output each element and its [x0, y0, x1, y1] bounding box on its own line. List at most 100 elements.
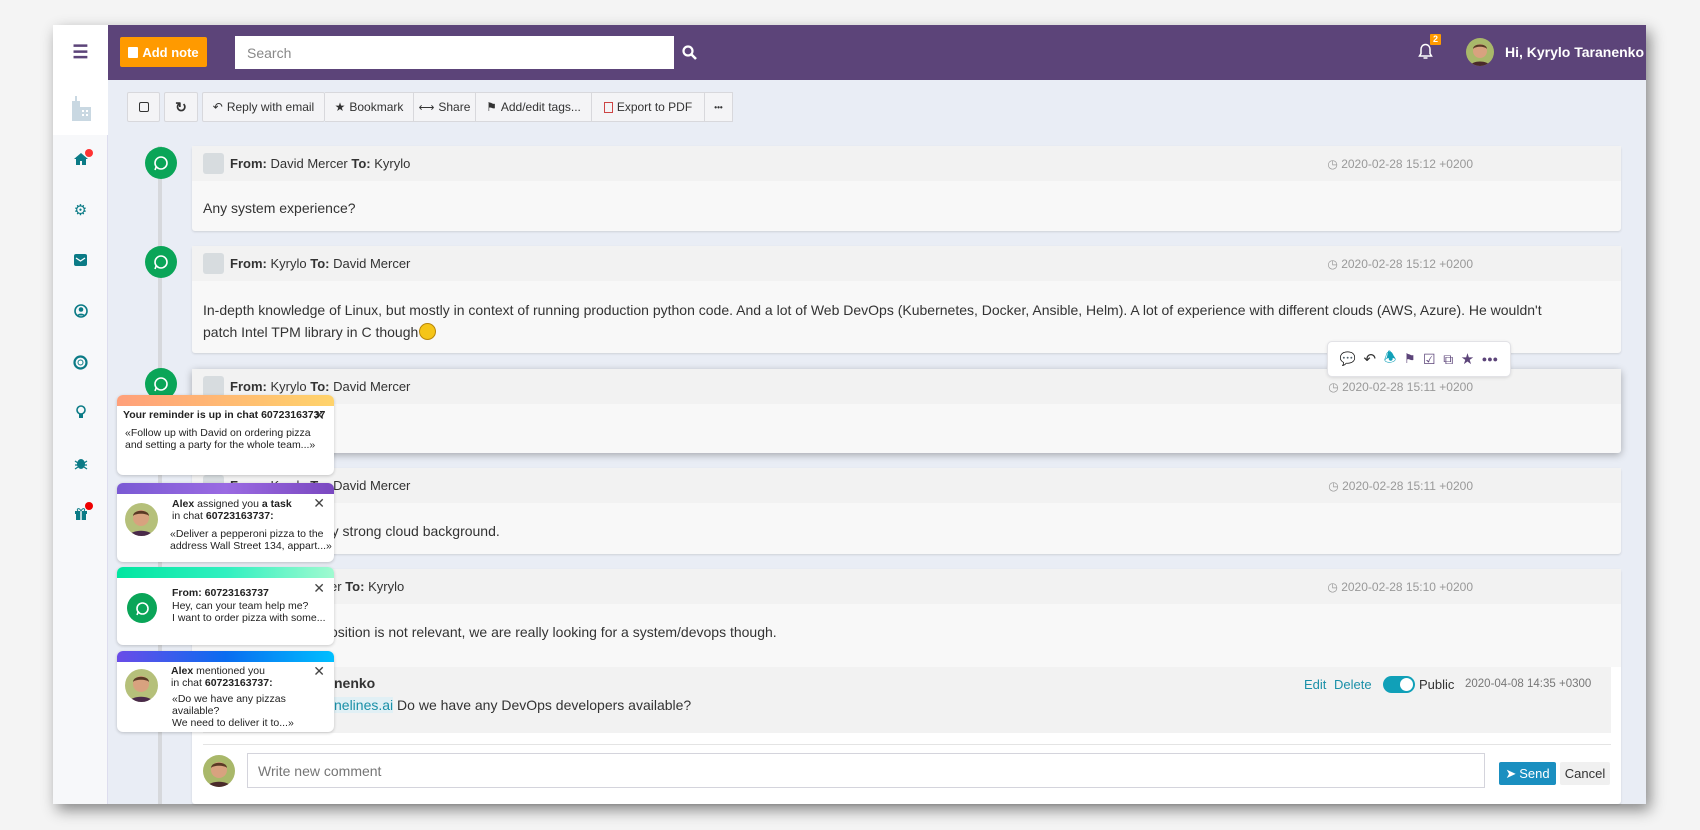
notification-dot [85, 502, 93, 510]
bell-icon[interactable]: 🕭 [1384, 347, 1397, 371]
send-button[interactable]: ➤ Send [1499, 762, 1556, 785]
more-actions-button[interactable]: ••• [705, 92, 733, 122]
bell-icon[interactable] [1418, 43, 1433, 60]
sidebar-item-ideas[interactable] [53, 400, 108, 424]
user-avatar[interactable] [1466, 38, 1494, 66]
refresh-icon: ↻ [175, 98, 187, 115]
message-card[interactable]: er To: Kyrylo ◷ 2020-02-28 15:10 +0200 os… [192, 569, 1621, 804]
timestamp: ◷ 2020-02-28 15:10 +0200 [1327, 580, 1473, 594]
add-edit-tags-button[interactable]: ⚑ Add/edit tags... [476, 92, 592, 122]
message-line: In-depth knowledge of Linux, but mostly … [203, 302, 1542, 318]
to-label: To: [310, 256, 330, 271]
sender-avatar [203, 153, 224, 174]
hamburger-icon: ☰ [72, 42, 89, 62]
toast-line: «Follow up with David on ordering pizza [125, 427, 311, 439]
close-icon[interactable]: ✕ [313, 663, 325, 680]
to-label: To: [351, 156, 371, 171]
toast-body: «Do we have any pizzas available? We need… [172, 693, 294, 729]
pdf-file-icon [603, 101, 613, 113]
close-icon[interactable]: ✕ [313, 495, 325, 512]
toast-body: «Deliver a pepperoni pizza to the address… [170, 528, 332, 552]
checkbox-icon [138, 102, 149, 112]
mention-toast[interactable]: ✕ Alex mentioned you in chat 60723163737:… [117, 651, 334, 732]
edit-comment-link[interactable]: Edit [1304, 677, 1326, 692]
task-toast[interactable]: ✕ Alex assigned you a task in chat 607231… [117, 483, 334, 562]
top-bar: Add note 2 Hi, Kyrylo Taranenko [108, 25, 1646, 80]
search-icon[interactable] [682, 45, 697, 60]
refresh-button[interactable]: ↻ [164, 92, 198, 122]
comment-icon[interactable]: 💬 [1340, 351, 1356, 367]
mention-link[interactable]: nelines.ai [334, 697, 394, 713]
more-icon[interactable]: ●●● [1482, 354, 1498, 364]
sender-avatar [203, 253, 224, 274]
recipient: Kyrylo [368, 579, 405, 594]
sender: Kyrylo [270, 379, 307, 394]
cancel-button[interactable]: Cancel [1560, 762, 1610, 785]
toast-color-bar [117, 395, 334, 406]
message-card[interactable]: From: Kyrylo To: David Mercer◷ 2020-02-2… [192, 468, 1621, 554]
message-card-hovered[interactable]: From: Kyrylo To: David Mercer ◷ 2020-02-2… [192, 369, 1621, 453]
share-icon: ⟷ [418, 101, 435, 114]
note-icon [128, 46, 139, 58]
timestamp: ◷ 2020-02-28 15:12 +0200 [1327, 257, 1473, 271]
star-icon[interactable]: ★ [1461, 350, 1474, 368]
sidebar-item-home[interactable] [53, 147, 108, 171]
to-label: To: [345, 579, 365, 594]
company-logo[interactable] [53, 80, 108, 135]
message-actions-popup: 💬 ↶ 🕭 ⚑ ☑ ⧉ ★ ●●● [1327, 341, 1511, 377]
delete-comment-link[interactable]: Delete [1334, 677, 1372, 692]
toast-line: and setting a party for the whole team..… [125, 439, 316, 451]
sidebar-item-profile[interactable] [53, 299, 108, 323]
share-button[interactable]: ⟷ Share [414, 92, 476, 122]
more-icon: ••• [714, 102, 723, 112]
whatsapp-icon [145, 147, 177, 179]
reminder-toast[interactable]: ✕ Your reminder is up in chat 6072316373… [117, 395, 334, 475]
sidebar-item-gifts[interactable] [53, 501, 108, 525]
from-label: From: [230, 256, 267, 271]
tag-icon[interactable]: ⚑ [1404, 351, 1416, 367]
copy-icon[interactable]: ⧉ [1443, 351, 1453, 368]
toast-title: Your reminder is up in chat 60723163737 [123, 409, 326, 421]
message-body: ry strong cloud background. [327, 523, 500, 539]
sidebar-item-settings[interactable]: ⚙ [53, 198, 108, 222]
reply-all-icon[interactable]: ↶ [1364, 350, 1377, 368]
new-comment-input[interactable] [247, 753, 1485, 788]
toast-body: «Follow up with David on ordering pizza a… [125, 427, 315, 451]
message-card[interactable]: From: David Mercer To: Kyrylo ◷ 2020-02-2… [192, 146, 1621, 231]
sidebar: ☰ ⚙ [53, 25, 108, 804]
recipient: David Mercer [333, 256, 411, 271]
notification-dot [85, 149, 93, 157]
whatsapp-icon [145, 246, 177, 278]
sidebar-item-support[interactable] [53, 350, 108, 374]
public-label: Public [1419, 677, 1455, 692]
recipient: David Mercer [333, 478, 411, 493]
menu-toggle-button[interactable]: ☰ [53, 25, 108, 80]
sidebar-item-inbox[interactable] [53, 248, 108, 272]
user-greeting[interactable]: Hi, Kyrylo Taranenko [1505, 44, 1644, 60]
toast-title: Alex mentioned you in chat 60723163737: [171, 665, 273, 689]
comment-body: Do we have any DevOps developers availab… [397, 697, 692, 713]
gear-icon: ⚙ [73, 202, 88, 219]
whatsapp-message-toast[interactable]: ✕ From: 60723163737 Hey, can your team h… [117, 567, 334, 645]
sidebar-item-bugs[interactable] [53, 451, 108, 475]
public-toggle[interactable] [1383, 676, 1415, 693]
close-icon[interactable]: ✕ [313, 580, 325, 597]
divider [203, 744, 1611, 745]
search-input[interactable] [235, 36, 674, 69]
bookmark-label: Bookmark [349, 100, 404, 114]
export-pdf-button[interactable]: Export to PDF [592, 92, 705, 122]
timestamp: ◷ 2020-02-28 15:11 +0200 [1328, 479, 1473, 493]
comment: nenko nelines.ai Do we have any DevOps d… [203, 667, 1611, 733]
timestamp: ◷ 2020-02-28 15:12 +0200 [1327, 157, 1473, 171]
sender: Kyrylo [270, 256, 307, 271]
reply-with-email-button[interactable]: ↶ Reply with email [202, 92, 325, 122]
message-line: patch Intel TPM library in C though [203, 324, 419, 340]
my-avatar [203, 755, 235, 787]
message-card[interactable]: From: Kyrylo To: David Mercer ◷ 2020-02-2… [192, 246, 1621, 353]
select-all-checkbox[interactable] [127, 92, 160, 122]
sender: David Mercer [270, 156, 348, 171]
task-checkbox-icon[interactable]: ☑ [1423, 351, 1436, 368]
message-body: Any system experience? [203, 200, 356, 216]
add-note-button[interactable]: Add note [120, 37, 207, 67]
bookmark-button[interactable]: ★ Bookmark [325, 92, 414, 122]
